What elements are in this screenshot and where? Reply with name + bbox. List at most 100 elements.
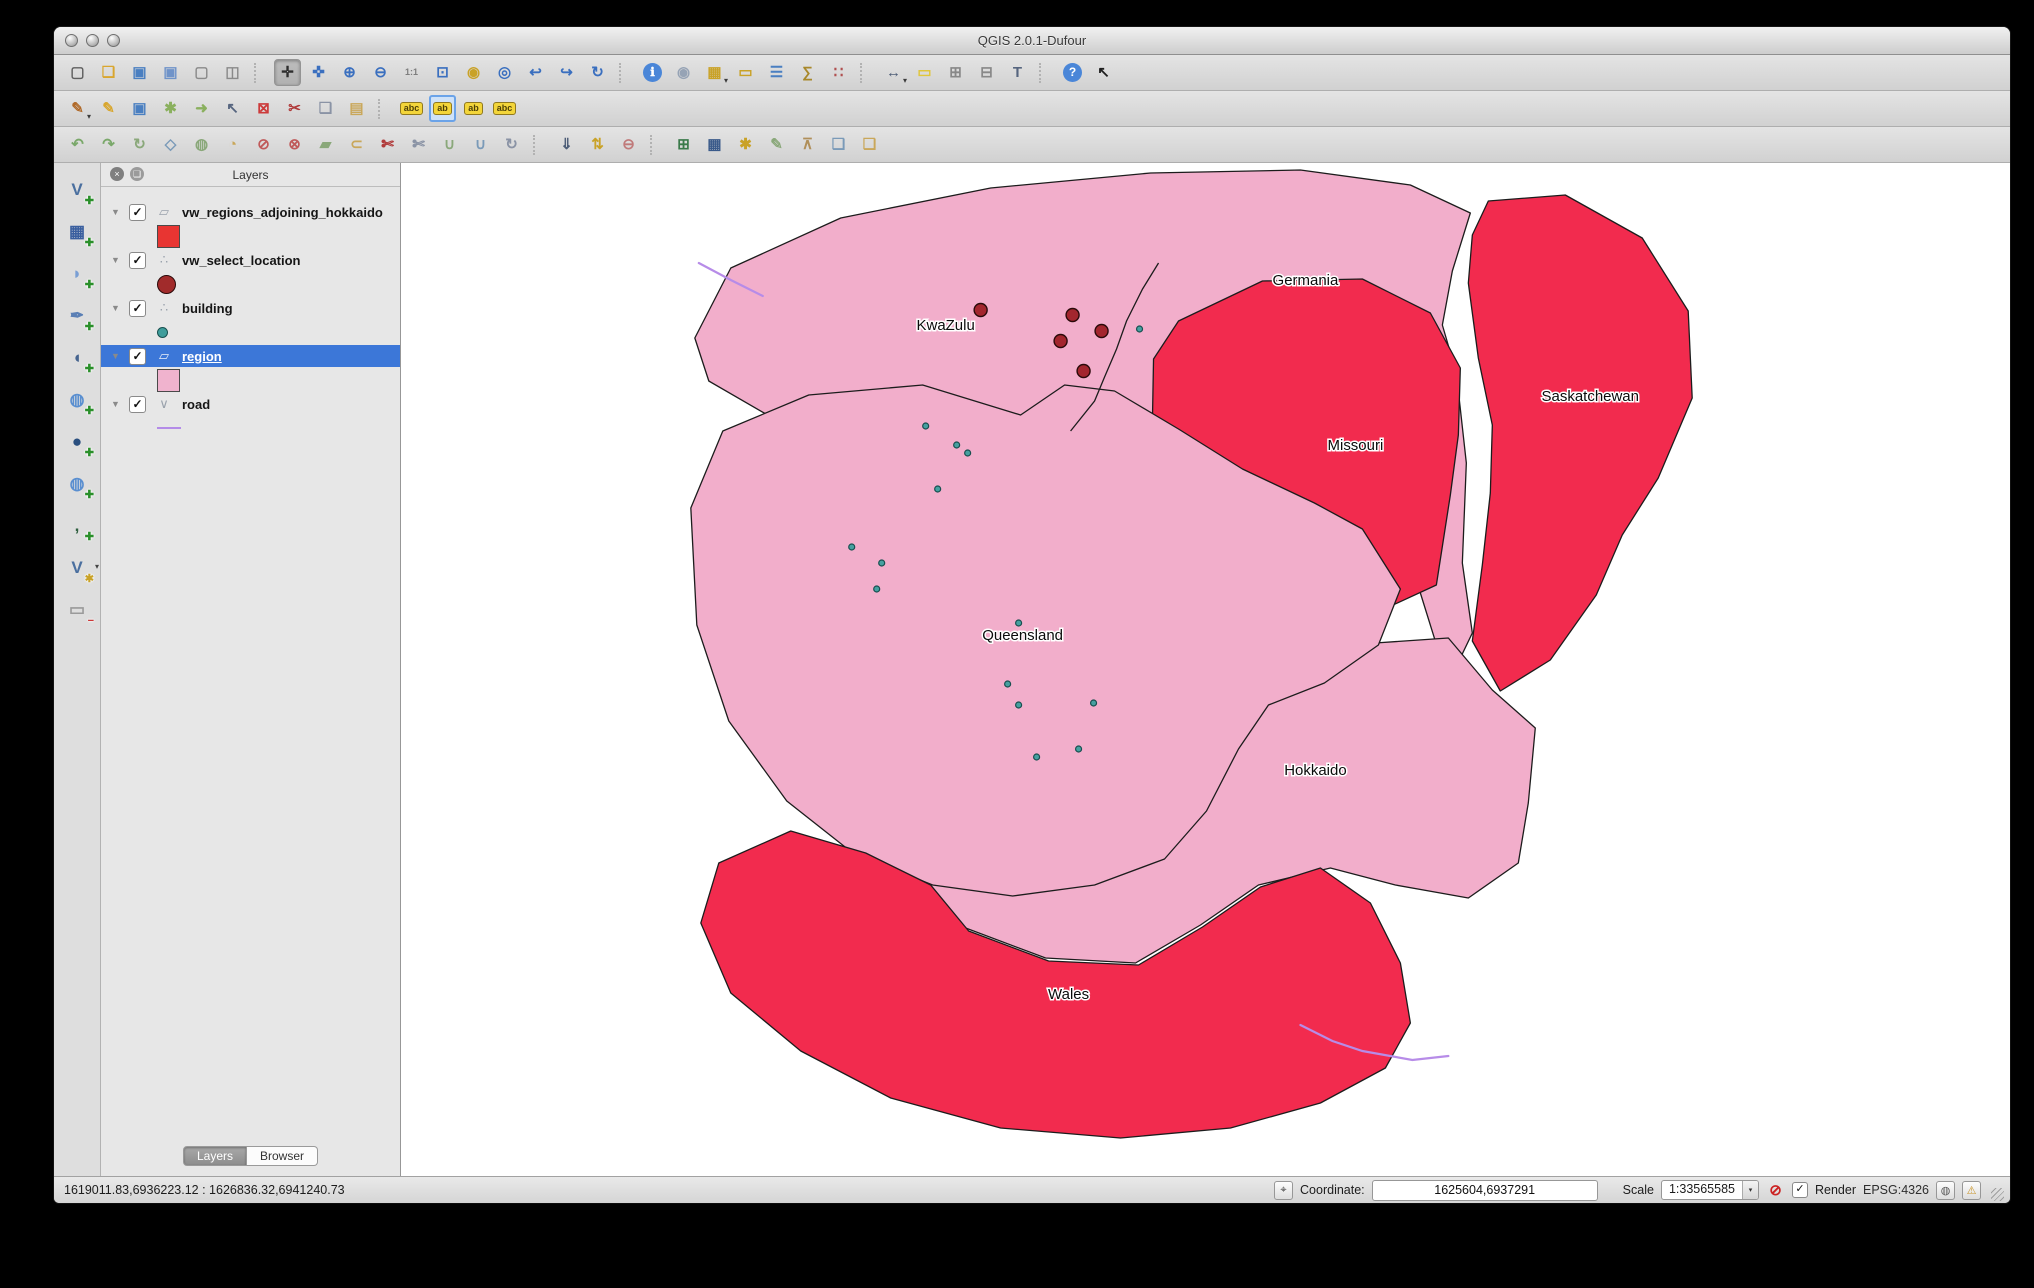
cut-features-button[interactable]: ✂ <box>281 95 308 122</box>
new-print-composer-button[interactable]: ▢ <box>188 59 215 86</box>
zoom-last-button[interactable]: ↩ <box>522 59 549 86</box>
add-vector-layer-button[interactable]: V ✚ <box>63 175 94 208</box>
add-delimited-text-layer-button[interactable]: , ✚ <box>63 511 94 544</box>
tab-layers[interactable]: Layers <box>182 1146 247 1166</box>
node-tool-button[interactable]: ↖ <box>219 95 246 122</box>
toggle-editing-button[interactable]: ✎ <box>95 95 122 122</box>
layer-labeling-options-button[interactable]: abc <box>398 95 425 122</box>
new-shapefile-layer-button[interactable]: V ✱ ▾ <box>63 553 99 586</box>
save-layer-edits-button[interactable]: ▣ <box>126 95 153 122</box>
import-vector-layer-button[interactable]: ⊞ <box>670 131 697 158</box>
map-tips-button[interactable]: ▭ <box>911 59 938 86</box>
run-feature-action-button[interactable]: ◉ <box>670 59 697 86</box>
label-show-hide-button[interactable]: abc <box>491 95 518 122</box>
map-refresh-button[interactable]: ↻ <box>584 59 611 86</box>
copy-features-button[interactable]: ❏ <box>312 95 339 122</box>
zoom-to-layer-button[interactable]: ◎ <box>491 59 518 86</box>
disclosure-triangle-icon[interactable]: ▼ <box>111 303 121 313</box>
layer-visibility-checkbox[interactable]: ✓ <box>129 203 146 221</box>
rotate-point-symbols-button[interactable]: ↻ <box>498 131 525 158</box>
layer-row-region[interactable]: ▼ ✓ ▱ region <box>101 345 400 367</box>
style-layer-button[interactable]: ✱ <box>732 131 759 158</box>
import-raster-layer-button[interactable]: ▦ <box>701 131 728 158</box>
field-calculator-button[interactable]: ∑ <box>794 59 821 86</box>
zoom-window-button[interactable] <box>107 34 120 47</box>
layer-row-road[interactable]: ▼ ✓ ∨ road <box>101 393 400 415</box>
copy-style-button[interactable]: ❏ <box>825 131 852 158</box>
add-feature-button[interactable]: ✱ <box>157 95 184 122</box>
merge-features-button[interactable]: ∪ <box>436 131 463 158</box>
add-ring-button[interactable]: ◍ <box>188 131 215 158</box>
statistical-summary-button[interactable]: ∷ <box>825 59 852 86</box>
new-bookmark-button[interactable]: ⊞ <box>942 59 969 86</box>
disclosure-triangle-icon[interactable]: ▼ <box>111 351 121 361</box>
add-raster-layer-button[interactable]: ▦ ✚ <box>63 217 94 250</box>
identify-features-button[interactable]: ℹ <box>639 59 666 86</box>
split-parts-button[interactable]: ✄ <box>405 131 432 158</box>
pan-map-button[interactable]: ✛ <box>274 59 301 86</box>
show-bookmarks-button[interactable]: ⊟ <box>973 59 1000 86</box>
render-checkbox[interactable]: ✓ <box>1791 1182 1808 1198</box>
merge-attributes-button[interactable]: ∪ <box>467 131 494 158</box>
label-move-button[interactable]: ab <box>460 95 487 122</box>
open-attribute-table-button[interactable]: ☰ <box>763 59 790 86</box>
add-postgis-layer-button[interactable]: ◗ ✚ <box>63 259 94 292</box>
layer-visibility-checkbox[interactable]: ✓ <box>129 251 146 269</box>
label-pin-unpin-button[interactable]: ab <box>429 95 456 122</box>
deselect-all-button[interactable]: ▭ <box>732 59 759 86</box>
mouse-position-icon[interactable]: ⌖ <box>1274 1180 1294 1200</box>
add-wcs-layer-button[interactable]: ● ✚ <box>63 427 94 460</box>
rotate-feature-button[interactable]: ↻ <box>126 131 153 158</box>
add-wms-layer-button[interactable]: ◍ ✚ <box>63 385 94 418</box>
messages-warning-icon[interactable]: ⚠ <box>1962 1180 1981 1200</box>
text-annotation-button[interactable]: T <box>1004 59 1031 86</box>
resize-grip[interactable] <box>1991 1187 2004 1201</box>
stop-render-icon[interactable]: ⊘ <box>1766 1181 1785 1200</box>
offline-editing-sync-button[interactable]: ⇅ <box>584 131 611 158</box>
paste-style-button[interactable]: ❏ <box>856 131 883 158</box>
panel-close-button[interactable]: × <box>110 167 124 181</box>
crs-status-icon[interactable]: ◍ <box>1936 1180 1955 1200</box>
whats-this-button[interactable]: ↖ <box>1090 59 1117 86</box>
layer-row-vw_regions_adjoining_hokkaido[interactable]: ▼ ✓ ▱ vw_regions_adjoining_hokkaido <box>101 201 400 223</box>
current-edits-button[interactable]: ✎ ▾ <box>64 95 91 122</box>
move-feature-button[interactable]: ➜ <box>188 95 215 122</box>
coordinate-input[interactable] <box>1371 1179 1598 1201</box>
map-canvas[interactable]: KwaZulu Germania Saskatchewan Missouri Queen… <box>401 163 2010 1176</box>
layer-visibility-checkbox[interactable]: ✓ <box>129 347 146 365</box>
edit-layer-button[interactable]: ✎ <box>763 131 790 158</box>
split-features-button[interactable]: ✄ <box>374 131 401 158</box>
scale-dropdown-icon[interactable]: ▾ <box>1741 1181 1758 1199</box>
offline-editing-convert-button[interactable]: ⇓ <box>553 131 580 158</box>
scale-combo[interactable]: 1:33565585 ▾ <box>1660 1180 1759 1200</box>
undo-button[interactable]: ↶ <box>64 131 91 158</box>
panel-float-button[interactable]: ❏ <box>130 167 144 181</box>
tab-browser[interactable]: Browser <box>247 1146 319 1166</box>
layer-row-vw_select_location[interactable]: ▼ ✓ ∴ vw_select_location <box>101 249 400 271</box>
reshape-features-button[interactable]: ▰ <box>312 131 339 158</box>
paste-features-button[interactable]: ▤ <box>343 95 370 122</box>
layer-visibility-checkbox[interactable]: ✓ <box>129 299 146 317</box>
disclosure-triangle-icon[interactable]: ▼ <box>111 255 121 265</box>
delete-selected-button[interactable]: ⊠ <box>250 95 277 122</box>
layer-visibility-checkbox[interactable]: ✓ <box>129 395 146 413</box>
zoom-out-button[interactable]: ⊖ <box>367 59 394 86</box>
title-bar[interactable]: QGIS 2.0.1-Dufour <box>54 27 2010 55</box>
zoom-to-selection-button[interactable]: ◉ <box>460 59 487 86</box>
zoom-native-button[interactable]: 1:1 <box>398 59 425 86</box>
fix-topology-button[interactable]: ⊼ <box>794 131 821 158</box>
measure-line-button[interactable]: ↔ ▾ <box>880 59 907 86</box>
select-features-button[interactable]: ▦ ▾ <box>701 59 728 86</box>
open-project-button[interactable]: ❏ <box>95 59 122 86</box>
add-part-button[interactable]: ◔ <box>219 131 246 158</box>
add-mssql-layer-button[interactable]: ◖ ✚ <box>63 343 94 376</box>
pan-to-selection-button[interactable]: ✜ <box>305 59 332 86</box>
delete-part-button[interactable]: ⊗ <box>281 131 308 158</box>
composer-manager-button[interactable]: ◫ <box>219 59 246 86</box>
save-project-button[interactable]: ▣ <box>126 59 153 86</box>
disclosure-triangle-icon[interactable]: ▼ <box>111 399 121 409</box>
add-wfs-layer-button[interactable]: ◍ ✚ <box>63 469 94 502</box>
close-window-button[interactable] <box>65 34 78 47</box>
zoom-full-button[interactable]: ⊡ <box>429 59 456 86</box>
save-project-as-button[interactable]: ▣ <box>157 59 184 86</box>
